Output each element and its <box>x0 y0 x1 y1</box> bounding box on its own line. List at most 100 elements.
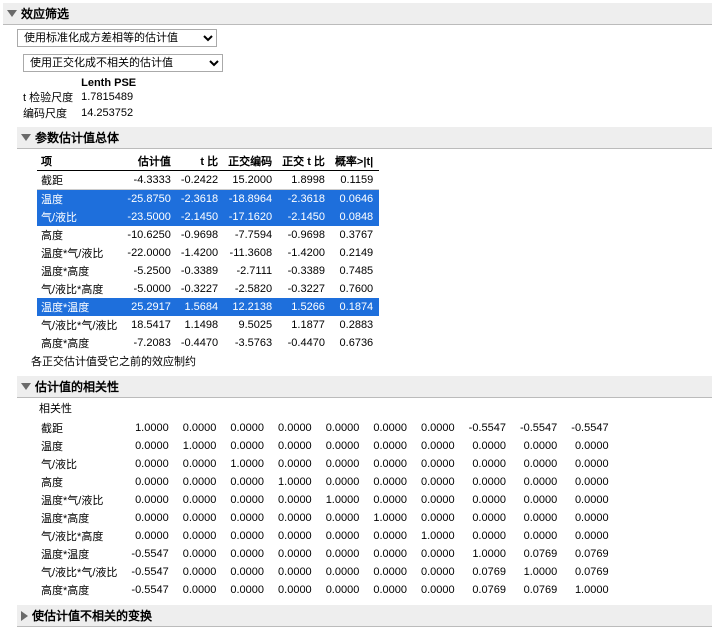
row-label: 气/液比 <box>37 455 127 473</box>
matrix-cell: 0.0000 <box>322 545 370 563</box>
matrix-cell: 0.0769 <box>465 563 516 581</box>
matrix-cell: 0.0000 <box>226 509 274 527</box>
matrix-cell: 0.0000 <box>127 455 178 473</box>
disclosure-down-icon <box>21 134 31 141</box>
matrix-cell: 0.0000 <box>127 509 178 527</box>
matrix-cell: 0.0000 <box>322 455 370 473</box>
matrix-cell: 0.0000 <box>369 581 417 599</box>
matrix-cell: -0.5547 <box>567 419 618 437</box>
matrix-cell: 0.0000 <box>516 527 567 545</box>
matrix-cell: 0.0769 <box>516 581 567 599</box>
row-value: 1.5266 <box>278 298 331 316</box>
matrix-cell: 0.0000 <box>274 527 322 545</box>
matrix-cell: 0.0000 <box>274 437 322 455</box>
matrix-cell: 0.0000 <box>322 581 370 599</box>
section-transformation[interactable]: 使估计值不相关的变换 <box>17 605 712 627</box>
matrix-cell: 0.0000 <box>369 473 417 491</box>
matrix-cell: 0.0000 <box>369 563 417 581</box>
matrix-cell: 0.0000 <box>369 491 417 509</box>
row-value: -7.7594 <box>224 226 278 244</box>
row-label: 气/液比*高度 <box>37 527 127 545</box>
section-effect-screening[interactable]: 效应筛选 <box>3 3 712 25</box>
matrix-cell: 0.0000 <box>322 509 370 527</box>
matrix-cell: 0.0000 <box>226 491 274 509</box>
row-value: -0.9698 <box>278 226 331 244</box>
matrix-cell: 0.0000 <box>417 437 465 455</box>
row-value: 18.5417 <box>123 316 176 334</box>
disclosure-down-icon <box>7 10 17 17</box>
table-row[interactable]: 气/液比-23.5000-2.1450-17.1620-2.14500.0848 <box>37 208 379 226</box>
matrix-cell: 0.0000 <box>274 419 322 437</box>
table-row[interactable]: 温度*温度25.29171.568412.21381.52660.1874 <box>37 298 379 316</box>
matrix-cell: 0.0000 <box>274 581 322 599</box>
table-row: 温度0.00001.00000.00000.00000.00000.00000.… <box>37 437 619 455</box>
matrix-cell: 1.0000 <box>274 473 322 491</box>
estimates-footnote: 各正交估计值受它之前的效应制约 <box>17 352 712 372</box>
matrix-cell: 0.0000 <box>567 437 618 455</box>
kv-label: t 检验尺度 <box>23 89 81 105</box>
matrix-cell: 0.0000 <box>322 437 370 455</box>
matrix-cell: 0.0000 <box>465 527 516 545</box>
table-row[interactable]: 温度*高度-5.2500-0.3389-2.7111-0.33890.7485 <box>37 262 379 280</box>
row-value: -0.3227 <box>278 280 331 298</box>
row-label: 高度 <box>37 226 123 244</box>
row-label: 高度*高度 <box>37 581 127 599</box>
estimates-col-header: 概率>|t| <box>331 152 379 171</box>
row-value: 1.1877 <box>278 316 331 334</box>
orthogonalize-dropdown[interactable]: 使用正交化成不相关的估计值 <box>23 54 223 72</box>
section-correlation[interactable]: 估计值的相关性 <box>17 376 712 398</box>
row-value: 0.3767 <box>331 226 379 244</box>
kv-label: 编码尺度 <box>23 105 81 121</box>
section-parameter-estimates[interactable]: 参数估计值总体 <box>17 127 712 149</box>
standardize-dropdown[interactable]: 使用标准化成方差相等的估计值 <box>17 29 217 47</box>
row-label: 高度*高度 <box>37 334 123 352</box>
row-value: -0.4470 <box>278 334 331 352</box>
matrix-cell: 0.0000 <box>226 563 274 581</box>
table-row[interactable]: 高度-10.6250-0.9698-7.7594-0.96980.3767 <box>37 226 379 244</box>
matrix-cell: 0.0000 <box>179 509 227 527</box>
table-row: 气/液比*高度0.00000.00000.00000.00000.00000.0… <box>37 527 619 545</box>
section-title: 估计值的相关性 <box>35 378 119 395</box>
row-value: -0.9698 <box>177 226 224 244</box>
matrix-cell: 0.0000 <box>127 473 178 491</box>
matrix-cell: 0.0000 <box>369 437 417 455</box>
table-row: 温度*高度0.00000.00000.00000.00000.00001.000… <box>37 509 619 527</box>
matrix-cell: 0.0000 <box>516 509 567 527</box>
matrix-cell: 0.0000 <box>567 509 618 527</box>
matrix-cell: 0.0000 <box>567 455 618 473</box>
row-value: 15.2000 <box>224 171 278 190</box>
matrix-cell: 0.0000 <box>369 419 417 437</box>
table-row[interactable]: 温度-25.8750-2.3618-18.8964-2.36180.0646 <box>37 190 379 209</box>
row-value: 1.8998 <box>278 171 331 190</box>
estimates-col-header: 正交 t 比 <box>278 152 331 171</box>
estimates-col-header: t 比 <box>177 152 224 171</box>
table-row[interactable]: 高度*高度-7.2083-0.4470-3.5763-0.44700.6736 <box>37 334 379 352</box>
table-row[interactable]: 温度*气/液比-22.0000-1.4200-11.3608-1.42000.2… <box>37 244 379 262</box>
table-row[interactable]: 截距-4.3333-0.242215.20001.89980.1159 <box>37 171 379 190</box>
row-value: -2.5820 <box>224 280 278 298</box>
matrix-cell: 0.0000 <box>417 473 465 491</box>
row-label: 气/液比*气/液比 <box>37 316 123 334</box>
matrix-cell: 0.0000 <box>127 491 178 509</box>
matrix-cell: 0.0000 <box>417 455 465 473</box>
table-row[interactable]: 气/液比*气/液比18.54171.14989.50251.18770.2883 <box>37 316 379 334</box>
matrix-cell: 0.0000 <box>274 509 322 527</box>
matrix-cell: 0.0000 <box>179 419 227 437</box>
matrix-cell: 0.0000 <box>417 545 465 563</box>
matrix-cell: 0.0000 <box>274 563 322 581</box>
table-row: 气/液比0.00000.00001.00000.00000.00000.0000… <box>37 455 619 473</box>
matrix-cell: 1.0000 <box>127 419 178 437</box>
row-value: -22.0000 <box>123 244 176 262</box>
row-value: -2.3618 <box>177 190 224 209</box>
matrix-cell: 0.0000 <box>465 509 516 527</box>
table-row[interactable]: 气/液比*高度-5.0000-0.3227-2.5820-0.32270.760… <box>37 280 379 298</box>
matrix-cell: 0.0769 <box>567 563 618 581</box>
row-value: 1.1498 <box>177 316 224 334</box>
row-value: 25.2917 <box>123 298 176 316</box>
matrix-cell: 0.0000 <box>226 581 274 599</box>
matrix-cell: 0.0000 <box>179 545 227 563</box>
matrix-cell: 1.0000 <box>179 437 227 455</box>
row-label: 温度 <box>37 190 123 209</box>
matrix-cell: 0.0000 <box>465 491 516 509</box>
matrix-cell: 0.0000 <box>465 455 516 473</box>
